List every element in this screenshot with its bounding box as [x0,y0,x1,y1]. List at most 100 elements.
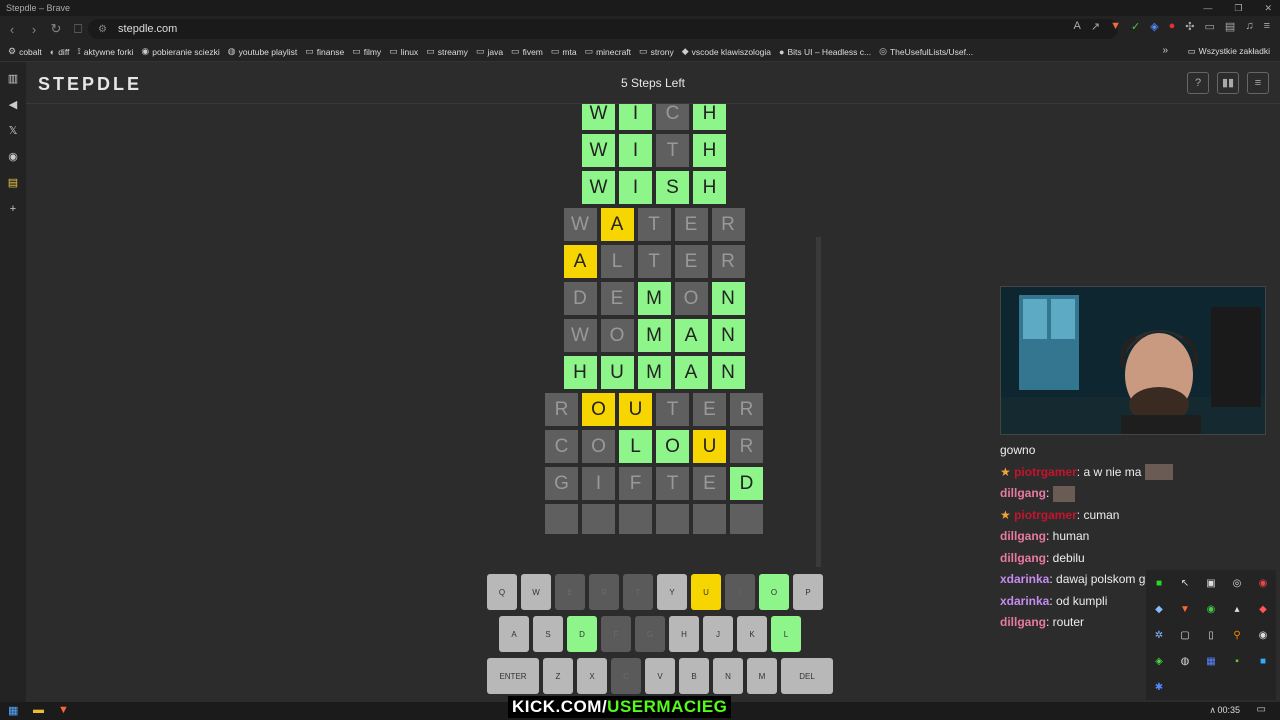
bookmark-item[interactable]: ▭ mta [551,46,577,57]
chat-username[interactable]: piotrgamer [1014,465,1077,479]
bookmark-item[interactable]: ◉ pobieranie sciezki [141,46,219,57]
tray-search-icon[interactable]: ⚲ [1224,622,1250,648]
bookmarks-more-icon[interactable]: » [1162,45,1168,56]
key-k[interactable]: K [737,616,767,652]
chat-username[interactable]: xdarinka [1000,594,1049,608]
tray-battery-icon[interactable]: ▯ [1198,622,1224,648]
music-icon[interactable]: ♫ [1245,20,1253,33]
chat-username[interactable]: dillgang [1000,551,1046,565]
extension-red-icon[interactable]: ● [1169,20,1176,33]
share-icon[interactable]: ↗ [1091,20,1100,33]
back-icon[interactable]: ‹ [2,22,22,37]
key-z[interactable]: Z [543,658,573,694]
reload-icon[interactable]: ↻ [46,21,66,37]
brave-shields-icon[interactable]: ▼ [1110,20,1121,33]
key-v[interactable]: V [645,658,675,694]
file-explorer-icon[interactable]: ▬ [33,704,44,716]
key-i[interactable]: I [725,574,755,610]
tray-bluetooth-icon[interactable]: ✱ [1146,674,1172,700]
tray-app-icon[interactable]: ▣ [1198,570,1224,596]
bookmark-item[interactable]: ◆ vscode klawiszologia [682,46,771,57]
tray-chrome-icon[interactable]: ◉ [1250,570,1276,596]
bookmark-item[interactable]: ▭ filmy [352,46,381,57]
sidebar-panel-icon[interactable]: ▥ [0,66,26,92]
speaker-icon[interactable]: ◀ [0,92,26,118]
key-n[interactable]: N [713,658,743,694]
key-del[interactable]: DEL [781,658,833,694]
bookmark-item[interactable]: ▭ linux [389,46,418,57]
check-extension-icon[interactable]: ✓ [1131,20,1140,33]
chat-username[interactable]: dillgang [1000,486,1046,500]
chat-username[interactable]: dillgang [1000,615,1046,629]
bookmark-item[interactable]: ● Bits UI – Headless c... [779,47,871,57]
bookmark-item[interactable]: ⚙ cobalt [8,46,42,57]
tray-discord-icon[interactable]: ◍ [1172,648,1198,674]
sidebar-toggle-icon[interactable]: ▭ [1205,20,1215,33]
key-l[interactable]: L [771,616,801,652]
key-a[interactable]: A [499,616,529,652]
bookmark-item[interactable]: ▭ java [476,46,503,57]
tray-obs-icon[interactable]: ◉ [1250,622,1276,648]
key-u[interactable]: U [691,574,721,610]
key-p[interactable]: P [793,574,823,610]
chat-username[interactable]: dillgang [1000,529,1046,543]
address-bar[interactable]: ⚙ stepdle.com [88,19,1118,39]
bookmark-item[interactable]: ◍ youtube playlist [228,46,297,57]
minimize-icon[interactable]: — [1203,0,1212,16]
tray-cursor-icon[interactable]: ↖ [1172,570,1198,596]
key-w[interactable]: W [521,574,551,610]
tray-circle-icon[interactable]: ◎ [1224,570,1250,596]
key-q[interactable]: Q [487,574,517,610]
key-j[interactable]: J [703,616,733,652]
bookmark-icon[interactable]: ⎕ [68,21,88,37]
tray-shield-icon[interactable]: ◈ [1146,648,1172,674]
start-icon[interactable]: ▦ [8,704,18,717]
tray-grid-icon[interactable]: ▦ [1198,648,1224,674]
tray-blue-icon[interactable]: ■ [1250,648,1276,674]
key-o[interactable]: O [759,574,789,610]
key-c[interactable]: C [611,658,641,694]
stats-button[interactable]: ▮▮ [1217,72,1239,94]
tray-green-icon[interactable]: ■ [1146,570,1172,596]
bookmark-item[interactable]: ▭ minecraft [585,46,631,57]
bookmark-item[interactable]: ◎ TheUsefulLists/Usef... [879,46,973,57]
tray-brave-icon[interactable]: ▼ [1172,596,1198,622]
brave-taskbar-icon[interactable]: ▼ [58,704,69,716]
chat-username[interactable]: xdarinka [1000,572,1049,586]
chat-username[interactable]: piotrgamer [1014,508,1077,522]
forward-icon[interactable]: › [24,22,44,37]
extension-icon[interactable]: ◈ [1150,20,1158,33]
x-icon[interactable]: 𝕏 [0,118,26,144]
key-t[interactable]: T [623,574,653,610]
key-b[interactable]: B [679,658,709,694]
tray-nvidia-icon[interactable]: ▪ [1224,648,1250,674]
tray-color-icon[interactable]: ◆ [1250,596,1276,622]
tray-usb-icon[interactable]: ▴ [1224,596,1250,622]
key-r[interactable]: R [589,574,619,610]
wallet-icon[interactable]: ▤ [1225,20,1235,33]
discord-icon[interactable]: ◉ [0,144,26,170]
tray-green2-icon[interactable]: ◉ [1198,596,1224,622]
key-m[interactable]: M [747,658,777,694]
tray-gear-icon[interactable]: ✲ [1146,622,1172,648]
translate-icon[interactable]: A [1074,20,1081,33]
bookmark-item[interactable]: ▭ finanse [305,46,344,57]
site-settings-icon[interactable]: ⚙ [98,24,107,35]
bookmark-item[interactable]: ▭ strony [639,46,674,57]
bookmark-item[interactable]: ◐ diff [50,47,70,57]
bookmark-item[interactable]: ▭ streamy [426,46,468,57]
close-icon[interactable]: ✕ [1264,0,1272,16]
tray-screen-icon[interactable]: ▢ [1172,622,1198,648]
menu-icon[interactable]: ≡ [1264,20,1270,33]
puzzle-icon[interactable]: ✣ [1185,20,1194,33]
bookmark-item[interactable]: ▭ fivem [511,46,543,57]
key-s[interactable]: S [533,616,563,652]
key-enter[interactable]: ENTER [487,658,539,694]
all-bookmarks[interactable]: ▭ Wszystkie zakładki [1188,46,1270,57]
restore-icon[interactable]: ❐ [1234,0,1242,16]
stepdle-tab-icon[interactable]: ▤ [0,170,26,196]
key-y[interactable]: Y [657,574,687,610]
menu-button[interactable]: ≡ [1247,72,1269,94]
key-h[interactable]: H [669,616,699,652]
board-scrollbar[interactable] [816,237,821,567]
